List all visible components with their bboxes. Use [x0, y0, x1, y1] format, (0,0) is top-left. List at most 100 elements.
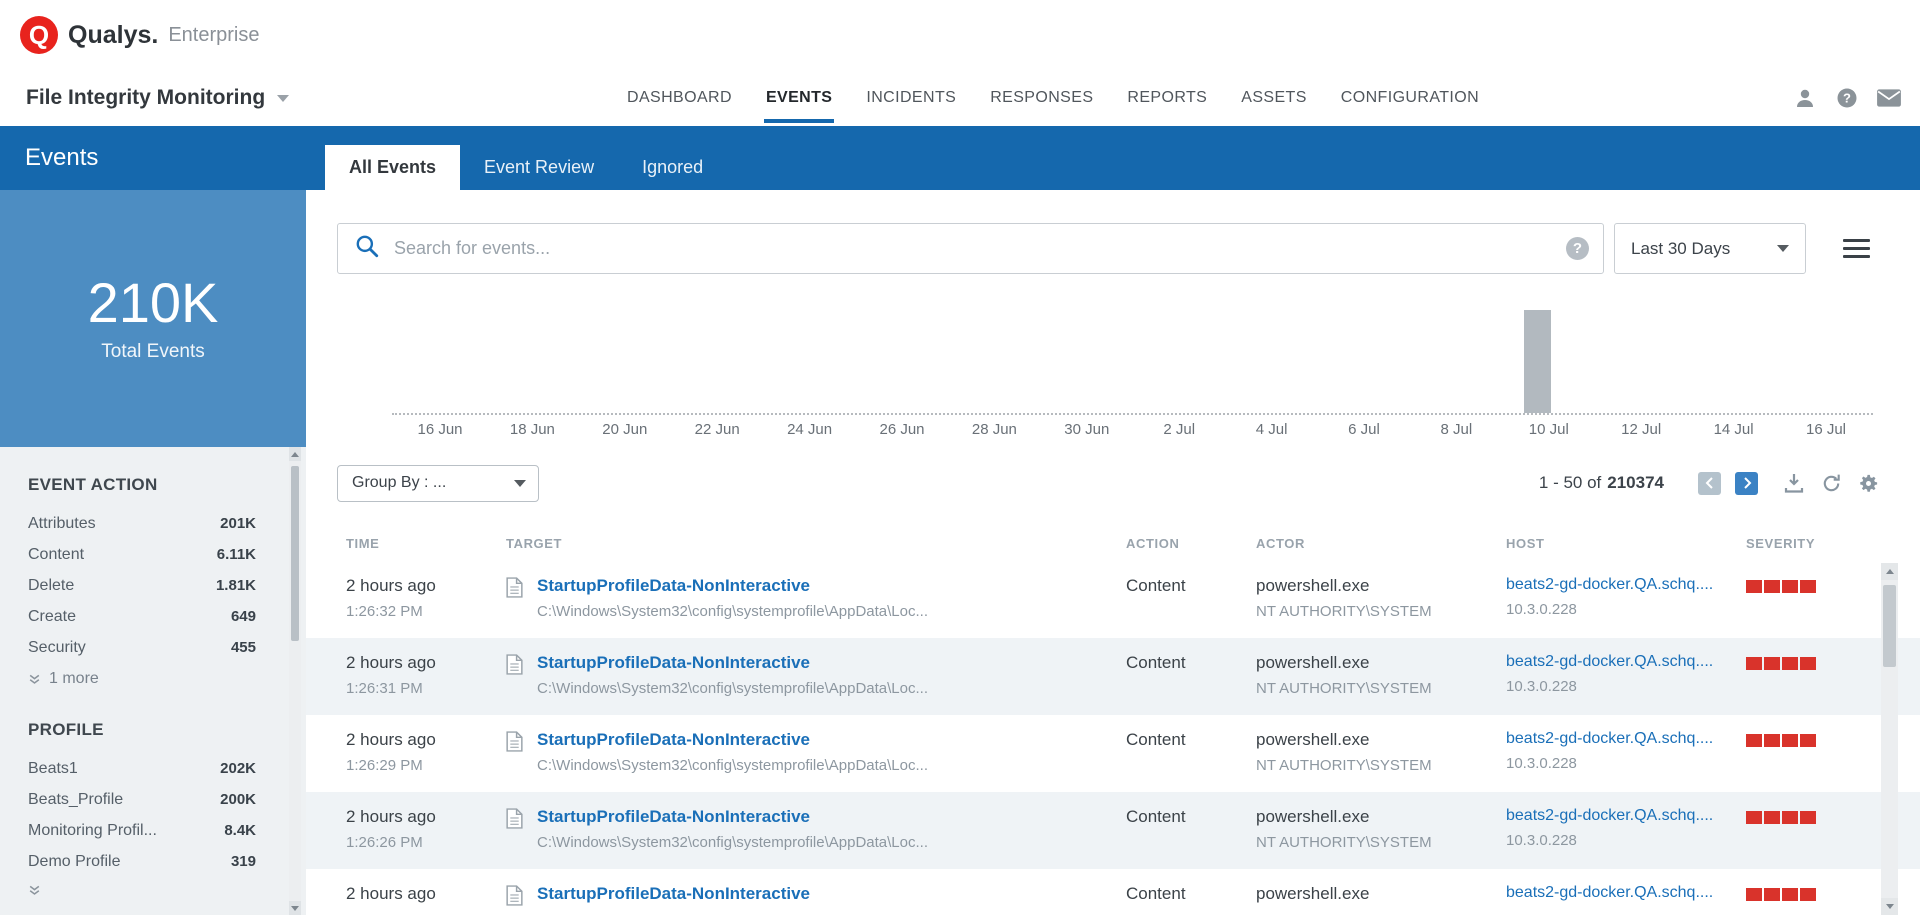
filter-item-count: 649: [231, 608, 256, 625]
filter-item-label: Delete: [28, 577, 74, 595]
total-events-value: 210K: [88, 275, 219, 331]
search-input[interactable]: [392, 237, 1566, 260]
scrollbar-thumb[interactable]: [291, 466, 299, 641]
tab-all-events[interactable]: All Events: [325, 145, 460, 190]
column-header-action: ACTION: [1126, 536, 1256, 551]
triangle-down-icon: [291, 906, 299, 911]
filter-item[interactable]: Security 455: [28, 639, 256, 657]
event-host-link[interactable]: beats2-gd-docker.QA.schq....: [1506, 884, 1746, 902]
double-chevron-down-icon: [28, 673, 41, 686]
severity-block: [1800, 811, 1816, 824]
filter-item[interactable]: Attributes 201K: [28, 515, 256, 533]
nav-item-events[interactable]: EVENTS: [766, 70, 832, 126]
download-icon[interactable]: [1782, 471, 1806, 495]
nav-item-reports[interactable]: REPORTS: [1127, 70, 1207, 126]
filter-item[interactable]: Content 6.11K: [28, 546, 256, 564]
cell-target: StartupProfileData-NonInteractive C:\Win…: [506, 730, 1126, 792]
filter-items: Beats1 202K Beats_Profile 200K Monitorin…: [28, 760, 256, 871]
gear-icon[interactable]: [1857, 472, 1880, 495]
nav-item-assets[interactable]: ASSETS: [1241, 70, 1307, 126]
event-host-link[interactable]: beats2-gd-docker.QA.schq....: [1506, 576, 1746, 594]
severity-block: [1746, 734, 1762, 747]
event-host-link[interactable]: beats2-gd-docker.QA.schq....: [1506, 653, 1746, 671]
event-table-row[interactable]: 2 hours ago StartupProfileData-NonIntera…: [306, 869, 1920, 915]
tab-label: Ignored: [642, 157, 703, 178]
filter-item[interactable]: Demo Profile 319: [28, 853, 256, 871]
filter-item[interactable]: Beats1 202K: [28, 760, 256, 778]
nav-item-configuration[interactable]: CONFIGURATION: [1341, 70, 1479, 126]
search-box[interactable]: ?: [337, 223, 1604, 274]
nav-item-label: ASSETS: [1241, 89, 1307, 107]
column-header-severity: SEVERITY: [1746, 536, 1920, 551]
double-chevron-down-icon: [28, 884, 41, 897]
triangle-up-icon: [1886, 569, 1894, 574]
filter-item[interactable]: Create 649: [28, 608, 256, 626]
tab-event-review[interactable]: Event Review: [460, 145, 618, 190]
event-target-link[interactable]: StartupProfileData-NonInteractive: [537, 576, 928, 596]
filter-item-label: Content: [28, 546, 84, 564]
tab-label: All Events: [349, 157, 436, 178]
severity-block: [1746, 888, 1762, 901]
show-more-link[interactable]: 1 more: [28, 670, 256, 688]
cell-host: beats2-gd-docker.QA.schq.... 10.3.0.228: [1506, 576, 1746, 638]
event-time: 1:26:26 PM: [346, 834, 506, 851]
severity-block: [1800, 888, 1816, 901]
user-profile-icon[interactable]: [1792, 85, 1818, 111]
date-range-value: Last 30 Days: [1631, 239, 1730, 259]
cell-time: 2 hours ago 1:26:31 PM: [346, 653, 506, 715]
search-row: ? Last 30 Days: [337, 223, 1870, 274]
nav-item-responses[interactable]: RESPONSES: [990, 70, 1093, 126]
filter-item[interactable]: Beats_Profile 200K: [28, 791, 256, 809]
chevron-down-icon: [277, 95, 289, 102]
scroll-up-button[interactable]: [289, 447, 301, 461]
scroll-down-button[interactable]: [1881, 898, 1898, 915]
event-target-link[interactable]: StartupProfileData-NonInteractive: [537, 807, 928, 827]
chart-tick: 20 Jun: [602, 421, 647, 438]
nav-item-incidents[interactable]: INCIDENTS: [866, 70, 956, 126]
event-host-link[interactable]: beats2-gd-docker.QA.schq....: [1506, 730, 1746, 748]
severity-block: [1746, 811, 1762, 824]
previous-page-button[interactable]: [1698, 472, 1721, 495]
event-target-link[interactable]: StartupProfileData-NonInteractive: [537, 884, 810, 904]
event-host-ip: 10.3.0.228: [1506, 755, 1746, 772]
filter-item-label: Beats1: [28, 760, 78, 778]
cell-actor: powershell.exe NT AUTHORITY\SYSTEM: [1256, 807, 1506, 869]
event-table-row[interactable]: 2 hours ago 1:26:26 PM StartupProfileDat…: [306, 792, 1920, 869]
refresh-icon[interactable]: [1820, 472, 1843, 495]
table-scrollbar[interactable]: [1881, 563, 1898, 915]
sidebar-panel-title: Events: [0, 126, 306, 190]
show-more-link[interactable]: [28, 884, 256, 897]
filter-section-event-action: EVENT ACTION Attributes 201K Content 6.1…: [28, 475, 256, 688]
event-target-link[interactable]: StartupProfileData-NonInteractive: [537, 730, 928, 750]
event-target-link[interactable]: StartupProfileData-NonInteractive: [537, 653, 928, 673]
mail-icon[interactable]: [1876, 85, 1902, 111]
help-icon[interactable]: ?: [1834, 85, 1860, 111]
nav-item-dashboard[interactable]: DASHBOARD: [627, 70, 732, 126]
filter-item[interactable]: Delete 1.81K: [28, 577, 256, 595]
group-by-value: Group By : ...: [352, 474, 446, 492]
event-host-link[interactable]: beats2-gd-docker.QA.schq....: [1506, 807, 1746, 825]
scrollbar-thumb[interactable]: [1883, 585, 1896, 667]
brand-edition: Enterprise: [168, 24, 259, 47]
next-page-button[interactable]: [1735, 472, 1758, 495]
app-title-dropdown[interactable]: File Integrity Monitoring: [26, 86, 289, 110]
tab-ignored[interactable]: Ignored: [618, 145, 727, 190]
event-table-row[interactable]: 2 hours ago 1:26:29 PM StartupProfileDat…: [306, 715, 1920, 792]
nav-item-label: DASHBOARD: [627, 89, 732, 107]
chart-tick: 14 Jul: [1714, 421, 1754, 438]
event-table-row[interactable]: 2 hours ago 1:26:32 PM StartupProfileDat…: [306, 561, 1920, 638]
event-table-row[interactable]: 2 hours ago 1:26:31 PM StartupProfileDat…: [306, 638, 1920, 715]
menu-icon[interactable]: [1843, 234, 1870, 263]
search-help-icon[interactable]: ?: [1566, 237, 1589, 260]
filter-item[interactable]: Monitoring Profil... 8.4K: [28, 822, 256, 840]
cell-target: StartupProfileData-NonInteractive C:\Win…: [506, 653, 1126, 715]
date-range-select[interactable]: Last 30 Days: [1614, 223, 1806, 274]
scroll-down-button[interactable]: [289, 901, 301, 915]
cell-action: Content: [1126, 807, 1256, 869]
list-toolbar: Group By : ... 1 - 50 of 210374: [337, 463, 1880, 503]
filter-section-profile: PROFILE Beats1 202K Beats_Profile 200K M…: [28, 720, 256, 897]
scroll-up-button[interactable]: [1881, 563, 1898, 580]
header-icons: ?: [1792, 85, 1906, 111]
group-by-select[interactable]: Group By : ...: [337, 465, 539, 502]
sidebar-scrollbar[interactable]: [289, 447, 301, 915]
